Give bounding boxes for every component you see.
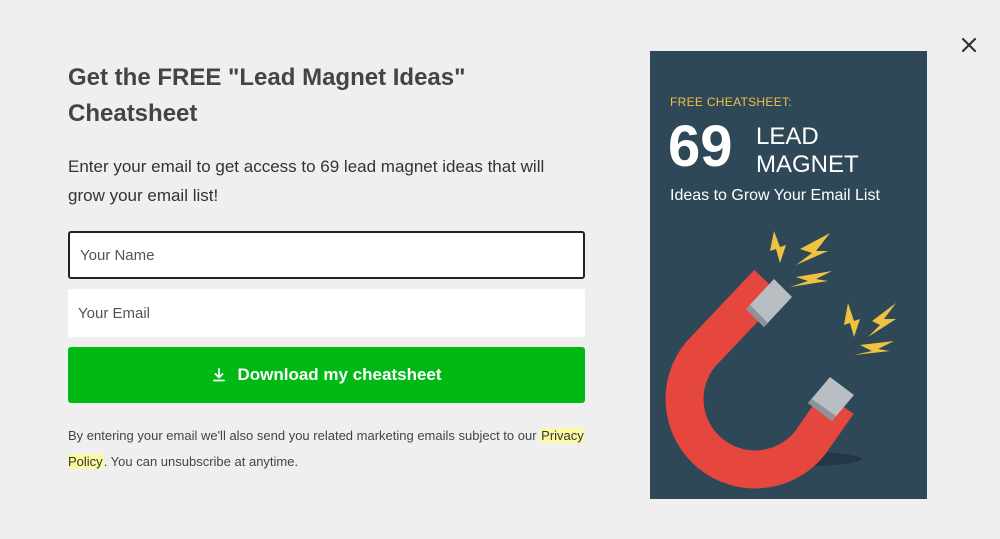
- download-icon: [211, 367, 227, 383]
- cover-heading-line2: MAGNET: [756, 151, 859, 178]
- cheatsheet-cover: FREE CHEATSHEET: 69 LEAD MAGNET Ideas to…: [650, 51, 927, 499]
- email-input[interactable]: [68, 289, 585, 337]
- cover-subtitle: Ideas to Grow Your Email List: [670, 187, 880, 204]
- cover-heading-line1: LEAD: [756, 123, 819, 150]
- optin-form: Get the FREE "Lead Magnet Ideas" Cheatsh…: [68, 60, 585, 475]
- cover-heading: LEAD MAGNET: [756, 123, 859, 179]
- form-description: Enter your email to get access to 69 lea…: [68, 157, 545, 205]
- close-button[interactable]: [958, 34, 980, 56]
- close-icon: [961, 37, 977, 53]
- cover-kicker: FREE CHEATSHEET:: [670, 95, 792, 109]
- cover-number: 69: [668, 114, 733, 179]
- disclaimer-text-after: . You can unsubscribe at anytime.: [103, 454, 299, 469]
- form-title: Get the FREE "Lead Magnet Ideas" Cheatsh…: [68, 64, 466, 127]
- name-input[interactable]: [68, 231, 585, 279]
- download-button[interactable]: Download my cheatsheet: [68, 347, 585, 403]
- disclaimer: By entering your email we'll also send y…: [68, 423, 585, 475]
- magnet-illustration: [665, 231, 896, 489]
- download-button-label: Download my cheatsheet: [237, 365, 442, 384]
- lightning-bolts: [770, 231, 896, 355]
- disclaimer-text: By entering your email we'll also send y…: [68, 428, 537, 443]
